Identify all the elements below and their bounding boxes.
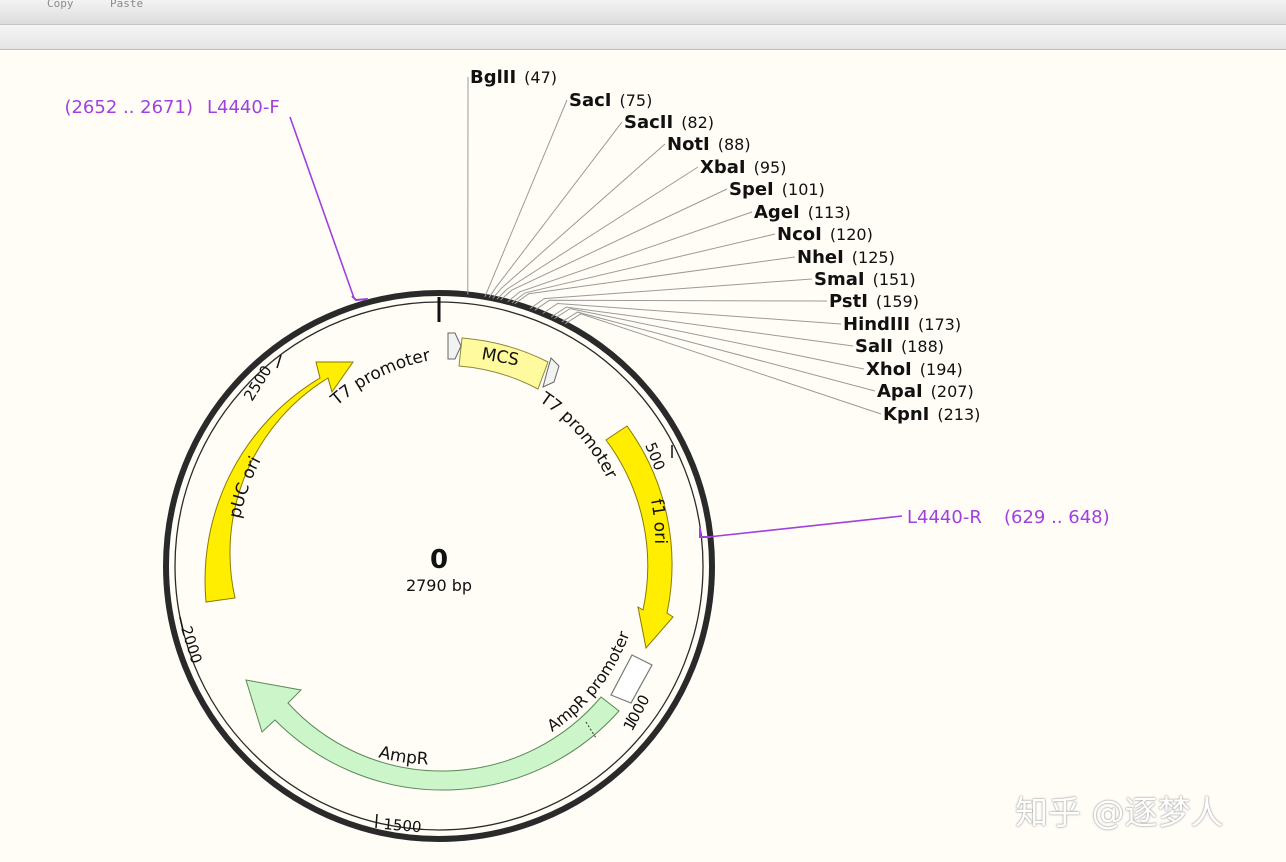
enzyme-leader-xbai bbox=[496, 166, 699, 300]
toolbar: Copy Paste bbox=[0, 0, 1286, 25]
enzyme-label-noti[interactable]: NotI (88) bbox=[667, 134, 751, 155]
watermark: 知乎 @逐梦人 bbox=[1015, 793, 1224, 832]
enzyme-leader-spei bbox=[500, 188, 728, 301]
enzyme-label-apai[interactable]: ApaI (207) bbox=[877, 381, 974, 402]
enzyme-label-bglii[interactable]: BglII (47) bbox=[470, 67, 557, 88]
enzyme-leader-nhei bbox=[514, 256, 796, 305]
enzyme-label-hindiii[interactable]: HindIII (173) bbox=[843, 314, 961, 335]
enzyme-label-ncoi[interactable]: NcoI (120) bbox=[777, 224, 873, 245]
tick-label-1500: 1500 bbox=[383, 815, 423, 836]
t7-promoter-left-arrow[interactable] bbox=[447, 332, 462, 360]
enzyme-label-sali[interactable]: SalI (188) bbox=[855, 336, 944, 357]
enzyme-leader-sacii bbox=[488, 121, 623, 298]
enzyme-label-agei[interactable]: AgeI (113) bbox=[754, 202, 851, 223]
primer-r-range: (629 .. 648) bbox=[1004, 507, 1110, 528]
plasmid-size: 2790 bp bbox=[406, 576, 472, 595]
enzyme-label-sacii[interactable]: SacII (82) bbox=[624, 112, 714, 133]
center-title: 0 bbox=[430, 545, 448, 575]
enzyme-leader-noti bbox=[492, 143, 666, 299]
enzyme-leader-hindiii bbox=[542, 302, 842, 325]
primer-l4440-r[interactable]: L4440-R (629 .. 648) bbox=[699, 507, 1110, 538]
copy-button[interactable]: Copy bbox=[47, 0, 74, 10]
enzyme-label-saci[interactable]: SacI (75) bbox=[569, 90, 652, 111]
tick-label-2500: 2500 bbox=[240, 362, 276, 404]
enzyme-label-smai[interactable]: SmaI (151) bbox=[814, 269, 916, 290]
enzyme-label-xhoi[interactable]: XhoI (194) bbox=[866, 359, 963, 380]
ampr-arrow[interactable] bbox=[245, 679, 620, 791]
enzyme-label-kpni[interactable]: KpnI (213) bbox=[883, 404, 980, 425]
paste-button[interactable]: Paste bbox=[110, 0, 143, 10]
primer-f-range: (2652 .. 2671) bbox=[64, 97, 193, 118]
primer-f-name: L4440-F bbox=[207, 97, 280, 118]
plasmid-map: 500 1000 1500 2000 2500 pUC ori MCS T7 p… bbox=[64, 67, 1110, 842]
enzyme-label-spei[interactable]: SpeI (101) bbox=[729, 179, 825, 200]
enzyme-label-xbai[interactable]: XbaI (95) bbox=[700, 157, 786, 178]
tick-1500 bbox=[375, 813, 378, 829]
enzyme-label-psti[interactable]: PstI (159) bbox=[829, 291, 919, 312]
enzyme-leader-saci bbox=[484, 99, 568, 298]
primer-l4440-f[interactable]: (2652 .. 2671) L4440-F bbox=[64, 97, 369, 302]
primer-r-name: L4440-R bbox=[907, 507, 982, 528]
t7-promoter-right-label: T7 promoter bbox=[535, 388, 621, 482]
enzyme-label-nhei[interactable]: NheI (125) bbox=[797, 247, 895, 268]
enzyme-leader-xhoi bbox=[554, 308, 865, 370]
secondary-toolbar bbox=[0, 25, 1286, 50]
